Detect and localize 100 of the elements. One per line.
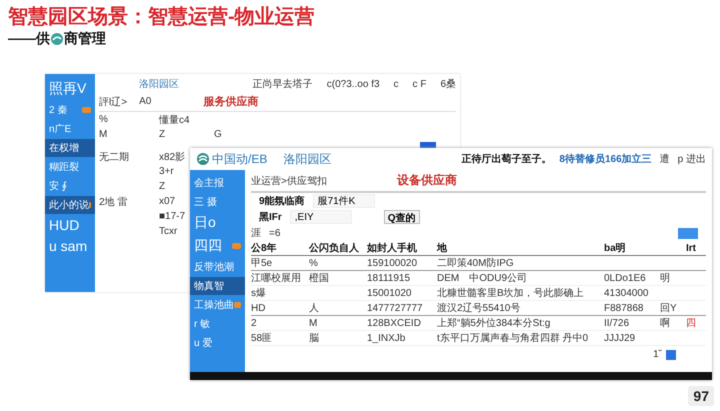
badge-icon (232, 243, 241, 249)
table-cell-text: 128BXCEID (367, 318, 422, 328)
logo-icon (50, 32, 64, 46)
table-cell-text: 18111915 (367, 272, 412, 284)
add-button[interactable] (678, 228, 698, 238)
header-text: c(0?3..oo f3 (326, 78, 380, 90)
header-text: c F (412, 78, 426, 90)
park-name: 洛阳园区 (283, 150, 332, 168)
page-number: 97 (688, 386, 714, 406)
breadcrumb: 业运营>供应驾扣 (251, 174, 327, 188)
sidebar-item[interactable]: 日o (190, 212, 245, 234)
column-header: ba明 (604, 242, 627, 255)
count-value: =6 (269, 228, 280, 238)
table-cell: x07 (159, 196, 176, 207)
sidebar-item[interactable]: u 爱 (190, 334, 245, 352)
table-cell-text: 二即策40M防IPG (437, 256, 515, 270)
sidebar-item[interactable]: 会主报 (190, 174, 245, 192)
count-label: 涯 (251, 227, 261, 240)
sidebar-item[interactable]: 糊距裂 (45, 158, 95, 176)
column-header: 如封人手机 (367, 242, 418, 255)
table-cell-text: % (309, 258, 319, 268)
table-cell: Z (159, 181, 166, 192)
table-cell-text: 2 (251, 318, 258, 328)
sidebar-item[interactable]: 在权增 (45, 139, 95, 157)
sidebar-item[interactable]: u sam (45, 236, 95, 256)
table-cell-text: 甲5e (251, 257, 274, 270)
sidebar-item[interactable]: 工操池曲 (190, 296, 245, 314)
sidebar-item[interactable]: 三 摄 (190, 193, 245, 211)
table-cell: Z (159, 129, 166, 140)
table-cell-text: HD (251, 302, 266, 314)
table-cell-text: 四 (686, 317, 697, 330)
sidebar-item[interactable]: 安 ∮ (45, 177, 95, 195)
table-cell: G (214, 129, 222, 140)
table-cell-text: II/726 (604, 318, 630, 328)
sidebar-item[interactable]: 照再V (45, 78, 95, 100)
sidebar-item[interactable]: 四四 (190, 235, 245, 257)
table-cell-text: 脳 (309, 332, 320, 345)
table-cell: Tcxr (159, 226, 178, 237)
table-cell-text: 15001020 (367, 288, 412, 298)
table-cell-text: 人 (309, 302, 320, 315)
table-cell-text: 2地 雷 (99, 196, 128, 208)
badge-icon (234, 302, 241, 308)
table-cell-text: F887868 (604, 302, 644, 314)
header-text: 8待替修员166加立三 (559, 152, 652, 166)
section-label: 设备供应商 (396, 172, 457, 189)
table-cell: ■17-7 (159, 211, 186, 222)
table-cell: 3+r (159, 166, 174, 177)
sidebar-item[interactable]: r 敏 (190, 315, 245, 333)
column-header: Irt (686, 242, 697, 254)
table-cell-text: 无二期 (99, 150, 129, 164)
table-cell-text: x82影 (159, 150, 186, 164)
table-cell-text: 1477727777 (367, 302, 424, 314)
table-cell-text: 啊 (660, 317, 671, 330)
sidebar-item[interactable]: 反带池潮 (190, 258, 245, 276)
table-cell: % (99, 114, 108, 125)
header-text: c (394, 78, 399, 90)
column-header: 公闪负自人 (309, 242, 360, 255)
column-header: 地 (437, 242, 448, 255)
table-cell-text: M (309, 318, 318, 328)
table-cell-text: 懂量c4 (159, 114, 190, 126)
slide-title: 智慧园区场景：智慧运营-物业运营 (8, 6, 316, 28)
table-cell-text: 明 (660, 272, 671, 285)
badge-icon (82, 107, 91, 113)
brand-name: 中国动/EB (212, 150, 268, 168)
sidebar-item[interactable]: HUD (45, 215, 95, 235)
input-field[interactable]: 服71件K (312, 194, 375, 208)
sidebar-item[interactable]: n广E (45, 120, 95, 138)
table-cell-text: 北糠世髓客里B坎加，号此膨确上 (437, 286, 585, 300)
table-cell-text: 上郑“躺5外位384本分St:g (437, 316, 552, 330)
sidebar-item[interactable]: 物真智 (190, 277, 245, 295)
table-cell-text: 41304000 (604, 288, 650, 298)
park-name: 洛阳园区 (139, 78, 179, 91)
table-cell: M (99, 129, 108, 140)
header-text[interactable]: p 进出 (678, 152, 706, 166)
table-cell-text: t东平口万属声春与角君四群 丹中0 (437, 332, 590, 345)
subtitle: 商管理 (64, 30, 106, 48)
input-field[interactable]: ,EIY (290, 210, 352, 224)
table-cell-text: 渡汉2辽号55410号 (437, 302, 522, 315)
subtitle: ——供 (8, 30, 50, 48)
table-cell-text: 回Y (660, 302, 678, 315)
search-button[interactable]: Q查的 (384, 210, 420, 224)
header-text: 正尚早去塔子 (252, 78, 313, 91)
sidebar-item[interactable]: 2 秦 (45, 101, 95, 119)
table-cell-text: 江哪校展用 (251, 272, 302, 285)
table-cell-text: s爆 (251, 287, 267, 300)
header-text: 6桑 (440, 78, 456, 91)
logo-icon (196, 152, 210, 166)
section-label: 服务供应商 (203, 94, 258, 109)
header-text: 正待厅出萄子至子。 (461, 152, 552, 166)
breadcrumb-value: A0 (139, 96, 152, 107)
page-button[interactable] (666, 350, 676, 360)
header-text[interactable]: 遭 (660, 152, 670, 166)
table-cell-text: 0LDo1E6 (604, 272, 647, 284)
sidebar-item[interactable]: 此小的说 (45, 196, 95, 214)
table-cell-text: 58匪 (251, 332, 274, 345)
table-cell-text: DEM 中ODU9公司 (437, 272, 528, 285)
field-label: 黑IFr (259, 211, 282, 224)
column-header: 公8年 (251, 242, 278, 255)
table-cell-text: 1_INXJb (367, 332, 406, 344)
table-cell-text: 橙国 (309, 272, 330, 285)
